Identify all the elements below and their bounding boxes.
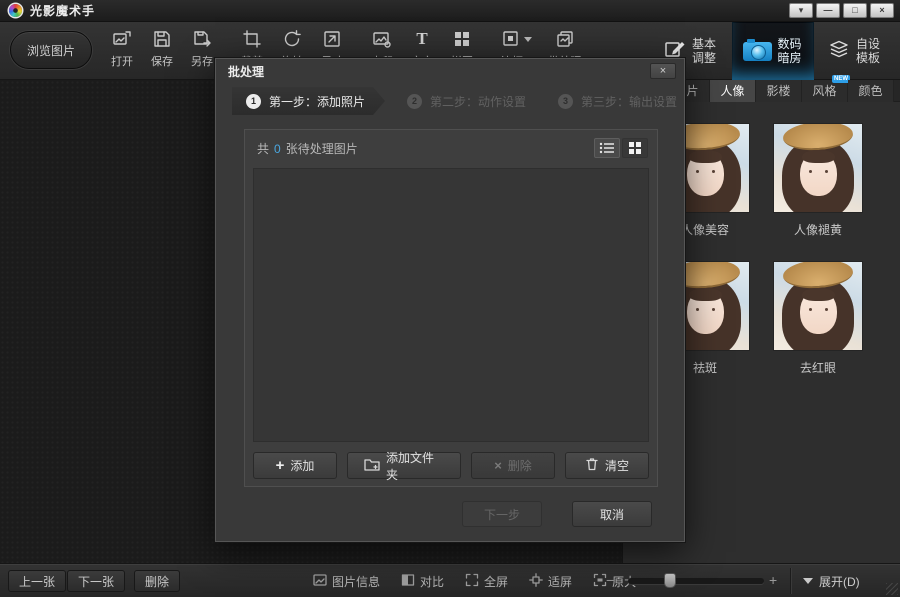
batch-icon <box>555 27 575 51</box>
tab-studio[interactable]: 影楼 <box>756 80 802 102</box>
resize-icon <box>322 27 342 51</box>
open-icon <box>112 27 132 51</box>
zoom-slider[interactable] <box>628 578 764 584</box>
image-info-icon <box>313 573 327 590</box>
browse-images-button[interactable]: 浏览图片 <box>10 31 92 69</box>
add-folder-icon <box>364 457 380 474</box>
plus-icon: + <box>276 459 285 473</box>
image-info-button[interactable]: 图片信息 <box>313 573 380 590</box>
expand-button[interactable]: 展开(D) <box>803 564 860 597</box>
x-icon: × <box>494 459 502 473</box>
minimize-button[interactable]: — <box>816 3 840 18</box>
nav-buttons: 上一张 下一张 删除 <box>8 570 180 592</box>
step-add-photos[interactable]: 1 第一步：添加照片 <box>232 87 385 115</box>
app-title: 光影魔术手 <box>30 2 95 19</box>
maximize-button[interactable]: □ <box>843 3 867 18</box>
rotate-icon <box>282 27 302 51</box>
preset-thumbnail <box>774 262 862 350</box>
next-image-button[interactable]: 下一张 <box>67 570 125 592</box>
title-bar: 光影魔术手 ▾ — □ × <box>0 0 900 22</box>
dialog-close-button[interactable]: × <box>650 63 676 79</box>
fit-screen-icon <box>529 573 543 590</box>
step-action-settings: 2 第二步：动作设置 <box>389 87 536 115</box>
template-icon <box>828 38 850 65</box>
app-window: 光影魔术手 ▾ — □ × 浏览图片 打开 保存 <box>0 0 900 597</box>
next-step-button[interactable]: 下一步 <box>462 501 542 527</box>
dialog-title: 批处理 <box>228 63 264 80</box>
step-output-settings: 3 第三步：输出设置 <box>540 87 687 115</box>
view-tools: 图片信息 对比 全屏 适屏 原大 <box>313 564 636 597</box>
previous-image-button[interactable]: 上一张 <box>8 570 66 592</box>
preset-row-1: 人像美容 人像褪黄 <box>661 124 862 238</box>
crop-icon <box>242 27 262 51</box>
save-as-icon <box>192 27 212 51</box>
tab-portrait[interactable]: 人像 <box>710 80 756 102</box>
photo-action-buttons: + 添加 添加文件夹 × 删除 清空 <box>253 452 649 480</box>
mode-digital-darkroom[interactable]: 数码暗房 <box>732 22 814 80</box>
close-button[interactable]: × <box>870 3 894 18</box>
dialog-title-bar: 批处理 × <box>216 59 684 83</box>
compare-icon <box>401 573 415 590</box>
original-size-icon <box>593 573 607 590</box>
clear-button[interactable]: 清空 <box>565 452 649 479</box>
open-button[interactable]: 打开 <box>102 27 142 69</box>
camera-icon <box>743 42 772 61</box>
photo-list-panel: 共0张待处理图片 + 添加 <box>244 129 658 487</box>
app-logo-icon <box>9 4 22 17</box>
border-icon <box>502 27 522 51</box>
list-view-icon <box>599 141 615 155</box>
expand-caret-icon <box>803 578 813 584</box>
fullscreen-button[interactable]: 全屏 <box>465 573 508 590</box>
collage-icon <box>452 27 472 51</box>
tab-style[interactable]: 风格NEW <box>802 80 848 102</box>
save-icon <box>152 27 172 51</box>
zoom-in-button[interactable]: + <box>769 572 777 588</box>
add-button[interactable]: + 添加 <box>253 452 337 479</box>
delete-image-button[interactable]: 删除 <box>134 570 180 592</box>
cancel-button[interactable]: 取消 <box>572 501 652 527</box>
dropdown-caret-icon <box>524 37 532 42</box>
tab-color[interactable]: 颜色 <box>848 80 894 102</box>
photo-list-header: 共0张待处理图片 <box>245 130 657 166</box>
fullscreen-icon <box>465 573 479 590</box>
grid-view-icon <box>628 141 642 155</box>
batch-process-dialog: 批处理 × 1 第一步：添加照片 2 第二步：动作设置 3 第三步：输出设置 共… <box>215 58 685 542</box>
divider <box>790 568 791 594</box>
add-folder-button[interactable]: 添加文件夹 <box>347 452 461 479</box>
resize-grip[interactable] <box>886 583 898 595</box>
text-icon: T <box>416 27 427 51</box>
zoom-slider-thumb[interactable] <box>664 573 676 588</box>
mode-switcher: 基本调整 数码暗房 自设模板 <box>650 22 896 80</box>
mode-custom-template[interactable]: 自设模板 <box>814 22 896 80</box>
preset-portrait-deyellow[interactable]: 人像褪黄 <box>774 124 862 238</box>
remove-button[interactable]: × 删除 <box>471 452 555 479</box>
compare-button[interactable]: 对比 <box>401 573 444 590</box>
trash-icon <box>585 457 599 474</box>
preset-row-2: 祛斑 去红眼 <box>661 262 862 376</box>
pending-count: 共0张待处理图片 <box>257 140 358 157</box>
wizard-steps: 1 第一步：添加照片 2 第二步：动作设置 3 第三步：输出设置 <box>216 85 684 117</box>
watermark-icon <box>372 27 392 51</box>
preset-thumbnail <box>774 124 862 212</box>
dialog-footer: 下一步 取消 <box>462 501 652 527</box>
pending-count-number: 0 <box>274 142 281 156</box>
preset-remove-redeye[interactable]: 去红眼 <box>774 262 862 376</box>
zoom-out-button[interactable]: − <box>606 572 614 588</box>
menu-button[interactable]: ▾ <box>789 3 813 18</box>
list-view-button[interactable] <box>594 138 620 158</box>
fit-screen-button[interactable]: 适屏 <box>529 573 572 590</box>
status-bar: 上一张 下一张 删除 图片信息 对比 全屏 适屏 原大 <box>0 563 900 597</box>
save-button[interactable]: 保存 <box>142 27 182 69</box>
window-controls: ▾ — □ × <box>789 3 894 18</box>
pending-photos-list[interactable] <box>253 168 649 442</box>
view-toggle <box>594 138 648 158</box>
grid-view-button[interactable] <box>622 138 648 158</box>
